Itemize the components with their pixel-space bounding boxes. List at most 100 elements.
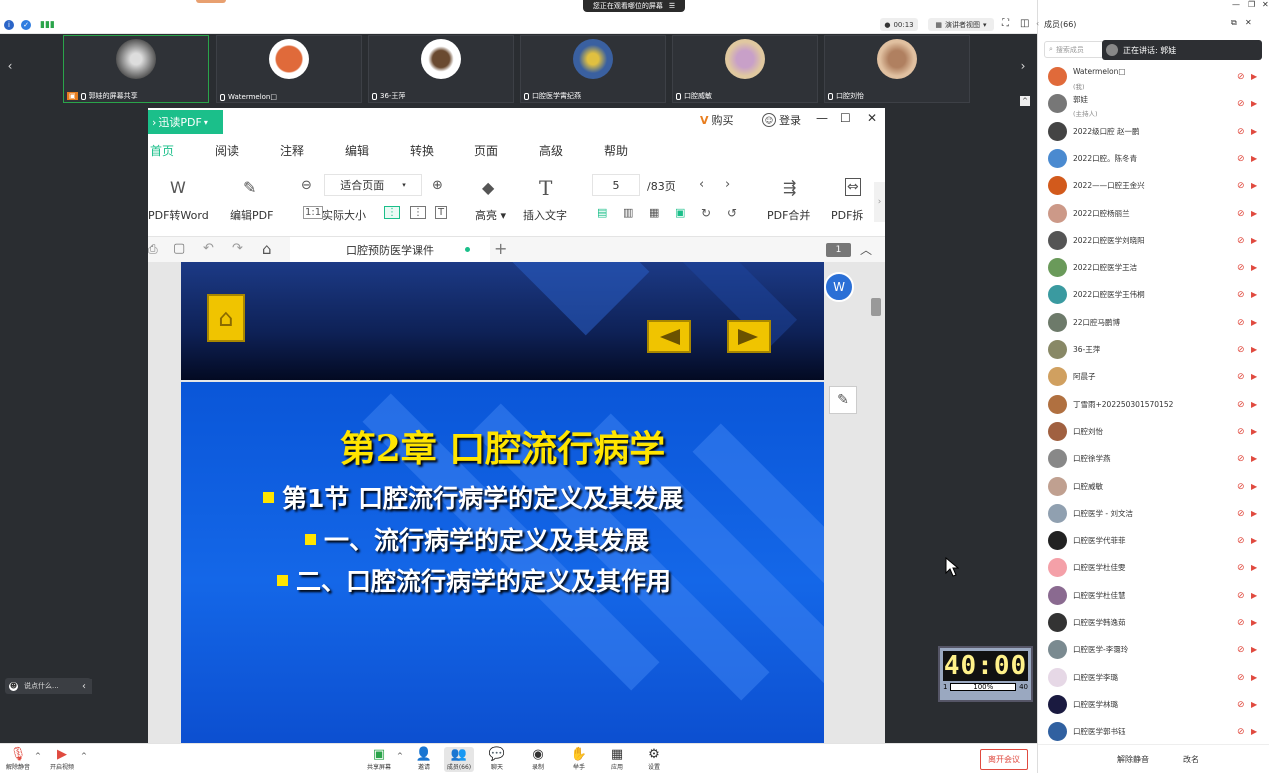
zoom-out-icon[interactable]: ⊖ bbox=[301, 178, 312, 193]
chevron-up-icon[interactable]: ︿ bbox=[860, 241, 872, 258]
insert-text-button[interactable]: 插入文字 bbox=[523, 207, 567, 223]
mic-off-icon[interactable]: ⊘ bbox=[1237, 618, 1246, 628]
two-page-icon[interactable]: ▥ bbox=[623, 206, 633, 219]
menu-read[interactable]: 阅读 bbox=[215, 142, 239, 159]
undo-icon[interactable]: ↶ bbox=[203, 241, 214, 256]
camera-off-icon[interactable]: ▶ bbox=[1251, 563, 1262, 573]
camera-off-icon[interactable]: ▶ bbox=[1251, 372, 1262, 382]
camera-off-icon[interactable]: ▶ bbox=[1251, 673, 1262, 683]
member-row[interactable]: 口腔医学林璐 ⊘ ▶ bbox=[1038, 692, 1269, 719]
fullscreen-icon[interactable]: ⛶ bbox=[1002, 18, 1009, 29]
menu-help[interactable]: 帮助 bbox=[604, 142, 628, 159]
camera-off-icon[interactable]: ▶ bbox=[1251, 318, 1262, 328]
member-row[interactable]: 2022口腔医学刘晓阳 ⊘ ▶ bbox=[1038, 228, 1269, 255]
member-row[interactable]: 2022口腔医学王伟桐 ⊘ ▶ bbox=[1038, 282, 1269, 309]
settings-button[interactable]: ⚙ 设置 bbox=[639, 747, 669, 771]
apps-button[interactable]: ▦ 应用 bbox=[602, 747, 632, 771]
unmute-button[interactable]: 🎙 解除静音 bbox=[3, 747, 33, 771]
mic-off-icon[interactable]: ⊘ bbox=[1237, 372, 1246, 382]
slide-next-button[interactable] bbox=[727, 320, 771, 353]
camera-off-icon[interactable]: ▶ bbox=[1251, 236, 1262, 246]
login-button[interactable]: ☺ 登录 bbox=[762, 112, 801, 128]
member-row[interactable]: 22口腔马鹏博 ⊘ ▶ bbox=[1038, 310, 1269, 337]
members-button[interactable]: 👥 成员(66) bbox=[444, 747, 474, 772]
word-icon[interactable]: W bbox=[170, 178, 186, 197]
slide-prev-button[interactable] bbox=[647, 320, 691, 353]
rotate-left-icon[interactable]: ↺ bbox=[727, 206, 737, 220]
pdf-split-button[interactable]: PDF拆 bbox=[831, 207, 863, 223]
save-icon[interactable]: ▢ bbox=[173, 241, 185, 256]
member-search-input[interactable]: ⌕ 搜索成员 bbox=[1044, 41, 1104, 58]
popout-icon[interactable]: ⧉ bbox=[1231, 18, 1237, 28]
camera-off-icon[interactable]: ▶ bbox=[1251, 645, 1262, 655]
buy-button[interactable]: V 购买 bbox=[700, 112, 734, 128]
mic-off-icon[interactable]: ⊘ bbox=[1237, 509, 1246, 519]
vertical-scrollbar[interactable] bbox=[868, 262, 885, 744]
menu-advanced[interactable]: 高级 bbox=[539, 142, 563, 159]
window-drag-handle[interactable] bbox=[196, 0, 226, 3]
to-word-float-icon[interactable]: W bbox=[824, 272, 854, 302]
camera-off-icon[interactable]: ▶ bbox=[1251, 482, 1262, 492]
rotate-right-icon[interactable]: ↻ bbox=[701, 206, 711, 220]
view-mode-selector[interactable]: ▦ 演讲者视图 ▾ bbox=[928, 18, 994, 31]
close-icon[interactable]: ✕ bbox=[1262, 0, 1269, 9]
share-screen-button[interactable]: ▣ 共享屏幕 bbox=[364, 747, 394, 771]
maximize-icon[interactable]: ❐ bbox=[1248, 0, 1255, 9]
mic-off-icon[interactable]: ⊘ bbox=[1237, 209, 1246, 219]
page-number-input[interactable]: 5 bbox=[592, 174, 640, 196]
home-icon[interactable]: ⌂ bbox=[262, 240, 272, 258]
camera-off-icon[interactable]: ▶ bbox=[1251, 127, 1262, 137]
layout-icon[interactable]: ◫ bbox=[1020, 18, 1029, 29]
raise-hand-button[interactable]: ✋ 举手 bbox=[564, 747, 594, 771]
member-row[interactable]: 36-王萍 ⊘ ▶ bbox=[1038, 337, 1269, 364]
fit-width-icon[interactable]: ⋮ bbox=[384, 206, 400, 219]
member-row[interactable]: 口腔医学李璐 ⊘ ▶ bbox=[1038, 665, 1269, 692]
camera-off-icon[interactable]: ▶ bbox=[1251, 154, 1262, 164]
emoji-icon[interactable]: ☻ bbox=[9, 681, 18, 691]
member-row[interactable]: 口腔刘怡 ⊘ ▶ bbox=[1038, 419, 1269, 446]
prev-page-icon[interactable]: ‹ bbox=[699, 177, 704, 192]
mic-off-icon[interactable]: ⊘ bbox=[1237, 400, 1246, 410]
new-tab-icon[interactable]: + bbox=[494, 239, 507, 258]
mic-off-icon[interactable]: ⊘ bbox=[1237, 154, 1246, 164]
chevron-up-icon[interactable]: ^ bbox=[81, 752, 87, 760]
member-row[interactable]: 2022口腔。陈冬青 ⊘ ▶ bbox=[1038, 146, 1269, 173]
mic-off-icon[interactable]: ⊘ bbox=[1237, 454, 1246, 464]
mic-off-icon[interactable]: ⊘ bbox=[1237, 700, 1246, 710]
camera-off-icon[interactable]: ▶ bbox=[1251, 290, 1262, 300]
member-row[interactable]: 阿晨子 ⊘ ▶ bbox=[1038, 364, 1269, 391]
scrollbar-thumb[interactable] bbox=[871, 298, 881, 316]
camera-off-icon[interactable]: ▶ bbox=[1251, 727, 1262, 737]
camera-off-icon[interactable]: ▶ bbox=[1251, 536, 1262, 546]
collapse-icon[interactable]: ^ bbox=[1020, 96, 1030, 106]
video-tile[interactable]: 口腔威敏 bbox=[672, 35, 818, 103]
menu-page[interactable]: 页面 bbox=[474, 142, 498, 159]
signal-icon[interactable]: ▮▮▮ bbox=[40, 20, 55, 30]
member-row[interactable]: 丁雪雨+202250301570152 ⊘ ▶ bbox=[1038, 392, 1269, 419]
member-row[interactable]: 2022级口腔 赵一鹏 ⊘ ▶ bbox=[1038, 119, 1269, 146]
continuous-icon[interactable]: ▣ bbox=[675, 206, 685, 219]
mic-off-icon[interactable]: ⊘ bbox=[1237, 673, 1246, 683]
menu-edit[interactable]: 编辑 bbox=[345, 142, 369, 159]
highlight-icon[interactable]: ◆ bbox=[482, 178, 494, 197]
camera-off-icon[interactable]: ▶ bbox=[1251, 509, 1262, 519]
close-icon[interactable]: ✕ bbox=[1245, 18, 1252, 27]
member-row[interactable]: 口腔医学 - 刘文洁 ⊘ ▶ bbox=[1038, 501, 1269, 528]
chevron-up-icon[interactable]: ^ bbox=[35, 752, 41, 760]
camera-off-icon[interactable]: ▶ bbox=[1251, 345, 1262, 355]
document-tab[interactable]: 口腔预防医学课件 bbox=[290, 237, 490, 263]
slide-home-button[interactable]: ⌂ bbox=[207, 294, 245, 342]
mic-off-icon[interactable]: ⊘ bbox=[1237, 263, 1246, 273]
camera-off-icon[interactable]: ▶ bbox=[1251, 263, 1262, 273]
camera-off-icon[interactable]: ▶ bbox=[1251, 209, 1262, 219]
menu-convert[interactable]: 转换 bbox=[410, 142, 434, 159]
mic-off-icon[interactable]: ⊘ bbox=[1237, 236, 1246, 246]
mic-off-icon[interactable]: ⊘ bbox=[1237, 318, 1246, 328]
actual-size-button[interactable]: 实际大小 bbox=[322, 207, 366, 223]
chevron-left-icon[interactable]: ‹ bbox=[3, 54, 17, 78]
video-tile[interactable]: 口腔医学霄纪燕 bbox=[520, 35, 666, 103]
mic-off-icon[interactable]: ⊘ bbox=[1237, 181, 1246, 191]
member-row[interactable]: 口腔医学杜佳雯 ⊘ ▶ bbox=[1038, 555, 1269, 582]
start-video-button[interactable]: ▶ 开启视频 bbox=[47, 747, 77, 771]
mic-off-icon[interactable]: ⊘ bbox=[1237, 72, 1246, 82]
